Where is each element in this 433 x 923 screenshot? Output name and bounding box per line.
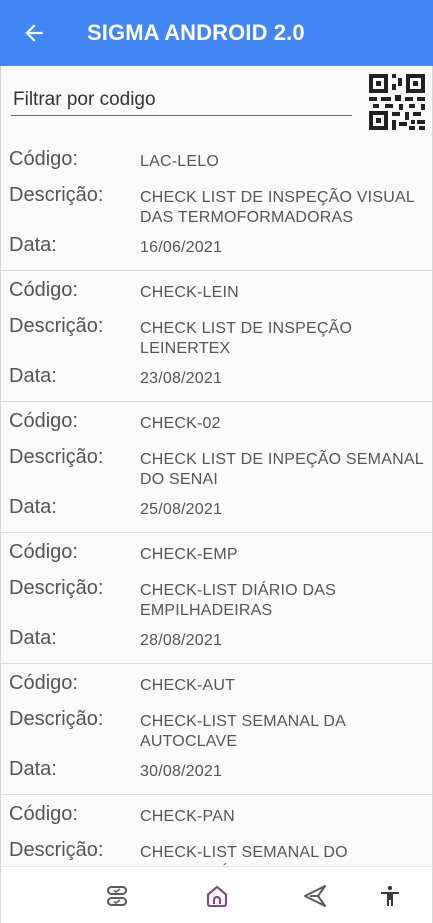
data-value: 23/08/2021 <box>140 370 223 387</box>
codigo-label: Código: <box>9 541 78 563</box>
descricao-label: Descrição: <box>9 708 104 730</box>
back-button[interactable] <box>0 0 70 66</box>
list-item[interactable]: Código: CHECK-EMP Descrição: CHECK-LIST … <box>1 533 432 664</box>
codigo-label: Código: <box>9 803 78 825</box>
content-area: Código: LAC-LELO Descrição: CHECK LIST D… <box>0 66 433 866</box>
descricao-label: Descrição: <box>9 839 104 861</box>
descricao-value: CHECK-LIST SEMANAL DA AUTOCLAVE <box>140 713 346 746</box>
codigo-value: CHECK-02 <box>140 415 221 432</box>
descricao-value: CHECK LIST DE INSPEÇÃO LEINERTEX <box>140 320 353 353</box>
codigo-value: CHECK-PAN <box>140 808 235 825</box>
data-label: Data: <box>9 758 57 780</box>
nav-home-button[interactable] <box>202 881 232 911</box>
filter-row <box>1 66 432 140</box>
data-value: 25/08/2021 <box>140 501 223 518</box>
qr-scan-button[interactable] <box>367 72 427 132</box>
codigo-label: Código: <box>9 148 78 170</box>
list-item[interactable]: Código: CHECK-LEIN Descrição: CHECK LIST… <box>1 271 432 402</box>
list-item[interactable]: Código: CHECK-02 Descrição: CHECK LIST D… <box>1 402 432 533</box>
nav-accessibility-button[interactable] <box>375 881 405 911</box>
app-title: SIGMA ANDROID 2.0 <box>87 20 305 45</box>
codigo-value: CHECK-AUT <box>140 677 236 694</box>
data-value: 30/08/2021 <box>140 763 223 780</box>
list-item[interactable]: Código: CHECK-PAN Descrição: CHECK-LIST … <box>1 795 432 866</box>
nav-send-button[interactable] <box>300 881 330 911</box>
descricao-value: CHECK-LIST DIÁRIO DAS EMPILHADEIRAS <box>140 582 336 615</box>
descricao-label: Descrição: <box>9 446 104 468</box>
codigo-value: LAC-LELO <box>140 153 219 170</box>
descricao-label: Descrição: <box>9 315 104 337</box>
descricao-value: CHECK LIST DE INSPEÇÃO VISUAL DAS TERMOF… <box>140 189 415 222</box>
data-label: Data: <box>9 627 57 649</box>
filter-input[interactable] <box>11 84 352 116</box>
checklist-list: Código: LAC-LELO Descrição: CHECK LIST D… <box>1 140 432 866</box>
arrow-left-icon <box>24 24 43 42</box>
send-icon <box>304 885 326 907</box>
app-bar: SIGMA ANDROID 2.0 <box>0 0 433 66</box>
list-item[interactable]: Código: LAC-LELO Descrição: CHECK LIST D… <box>1 140 432 271</box>
descricao-label: Descrição: <box>9 577 104 599</box>
data-label: Data: <box>9 365 57 387</box>
home-icon <box>206 885 228 908</box>
descricao-label: Descrição: <box>9 184 104 206</box>
data-value: 28/08/2021 <box>140 632 223 649</box>
codigo-value: CHECK-EMP <box>140 546 238 563</box>
bottom-nav <box>0 866 433 923</box>
nav-tasks-button[interactable] <box>102 881 132 911</box>
data-value: 16/06/2021 <box>140 239 223 256</box>
qr-code-icon <box>369 74 425 130</box>
data-label: Data: <box>9 234 57 256</box>
descricao-value: CHECK-LIST SEMANAL DO PANTOGRÁFO <box>140 844 348 866</box>
codigo-label: Código: <box>9 279 78 301</box>
codigo-value: CHECK-LEIN <box>140 284 239 301</box>
tasks-icon <box>107 886 127 906</box>
data-label: Data: <box>9 496 57 518</box>
accessibility-icon <box>381 885 399 906</box>
codigo-label: Código: <box>9 672 78 694</box>
descricao-value: CHECK LIST DE INPEÇÃO SEMANAL DO SENAI <box>140 451 424 484</box>
codigo-label: Código: <box>9 410 78 432</box>
list-item[interactable]: Código: CHECK-AUT Descrição: CHECK-LIST … <box>1 664 432 795</box>
